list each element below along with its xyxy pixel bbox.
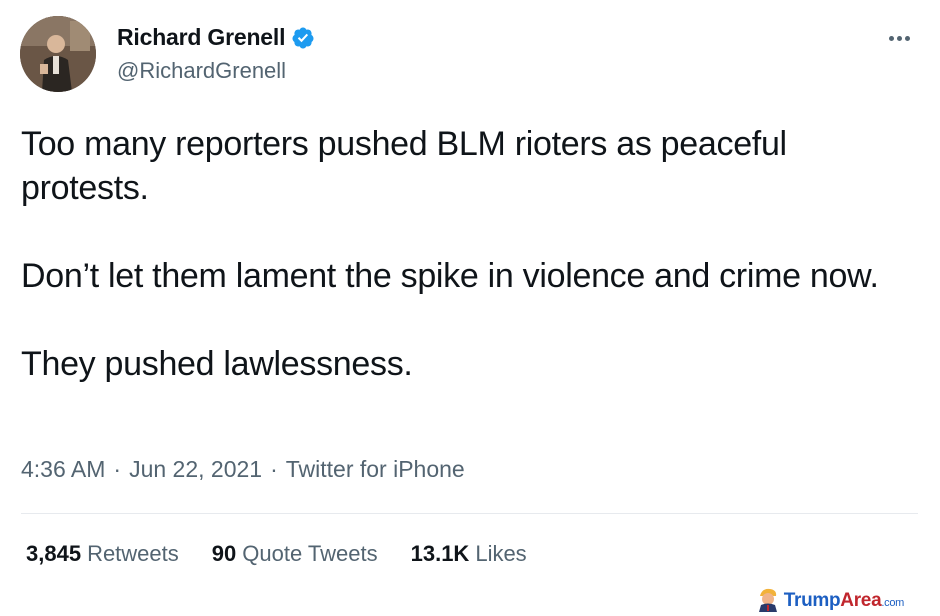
likes-stat[interactable]: 13.1K Likes [411,541,527,567]
watermark-brand-accent: Area [840,590,882,611]
tweet-source[interactable]: Twitter for iPhone [286,456,465,483]
quote-tweets-label: Quote Tweets [242,541,378,566]
tweet-text: Too many reporters pushed BLM rioters as… [21,122,901,386]
author-display-name[interactable]: Richard Grenell [117,24,285,51]
divider [21,513,918,514]
quote-tweets-stat[interactable]: 90 Quote Tweets [212,541,378,567]
tweet-paragraph: They pushed lawlessness. [21,345,413,383]
meta-separator: · [270,456,278,482]
likes-label: Likes [475,541,527,566]
more-dot [904,35,910,41]
engagement-stats: 3,845 Retweets 90 Quote Tweets 13.1K Likes [26,541,527,567]
verified-badge-icon [291,26,315,50]
tweet-time[interactable]: 4:36 AM [21,456,105,483]
avatar-photo [20,16,96,92]
tweet-date[interactable]: Jun 22, 2021 [129,456,262,483]
meta-separator: · [113,456,122,482]
trump-caricature-icon [758,588,777,612]
more-horizontal-icon [888,35,894,41]
tweet-paragraph: Too many reporters pushed BLM rioters as… [21,125,787,207]
watermark-brand: Trump [783,590,841,611]
author-handle[interactable]: @RichardGrenell [117,58,286,84]
tweet-paragraph: Don’t let them lament the spike in viole… [21,257,879,295]
watermark-logo: TrumpArea.com [756,586,904,612]
retweets-stat[interactable]: 3,845 Retweets [26,541,179,567]
more-options-button[interactable] [884,24,914,52]
more-dot [896,35,902,41]
likes-count: 13.1K [410,541,470,566]
tweet-metadata: 4:36 AM · Jun 22, 2021 · Twitter for iPh… [21,456,465,483]
watermark-suffix: .com [881,597,904,609]
tweet-detail: Richard Grenell @RichardGrenell Too many… [0,0,940,616]
watermark-text: TrumpArea.com [783,590,905,612]
retweets-count: 3,845 [26,541,82,566]
author-name-row: Richard Grenell [117,24,315,51]
avatar[interactable] [20,16,96,92]
retweets-label: Retweets [87,541,179,566]
quote-tweets-count: 90 [211,541,237,566]
